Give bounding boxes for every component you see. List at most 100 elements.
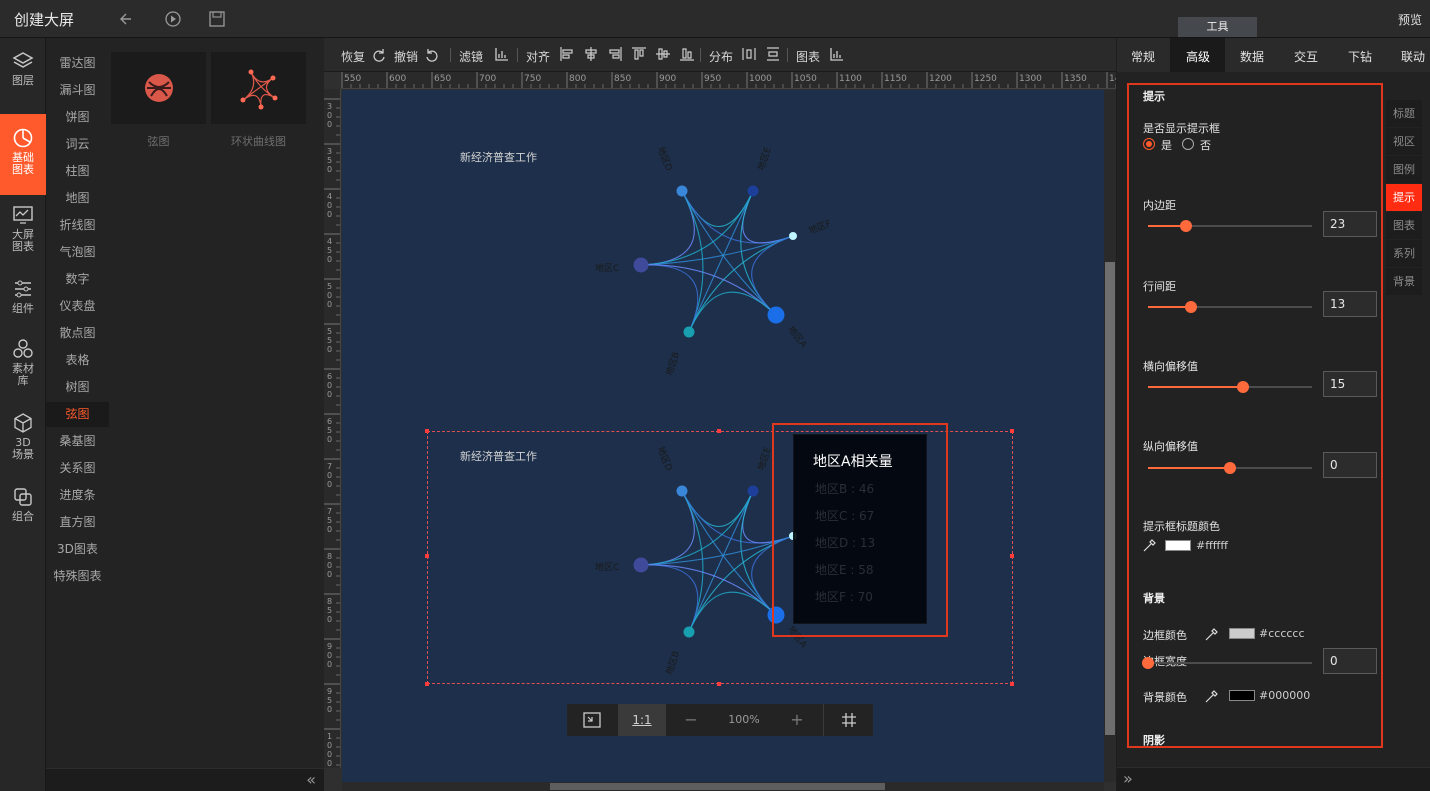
redo-button[interactable]: 恢复 (341, 48, 365, 65)
category-item[interactable]: 雷达图 (46, 51, 109, 76)
collapse-left-panel[interactable]: « (46, 768, 324, 791)
tab-linkage[interactable]: 联动 (1401, 48, 1425, 65)
ruler-label: 750 (524, 74, 541, 84)
resize-handle[interactable] (1010, 429, 1014, 433)
category-item[interactable]: 数字 (46, 267, 109, 292)
chord-thumbnail[interactable] (111, 52, 206, 124)
tab-drilldown[interactable]: 下钻 (1348, 48, 1372, 65)
category-item[interactable]: 饼图 (46, 105, 109, 130)
fit-screen-icon[interactable] (567, 704, 617, 736)
rail-components[interactable]: 组件 (0, 278, 46, 315)
resize-handle[interactable] (425, 429, 429, 433)
filter-chart-icon[interactable] (494, 46, 510, 65)
align-top-icon[interactable] (631, 46, 647, 65)
category-item[interactable]: 关系图 (46, 456, 109, 481)
preview-button[interactable]: 预览 (1398, 11, 1422, 28)
tab-data[interactable]: 数据 (1240, 48, 1264, 65)
ruler-label-char: 0 (327, 111, 332, 120)
category-item[interactable]: 直方图 (46, 510, 109, 535)
category-item-active[interactable]: 弦图 (46, 402, 109, 427)
side-tab-chart[interactable]: 图表 (1386, 212, 1422, 239)
tab-general[interactable]: 常规 (1131, 48, 1155, 65)
back-icon[interactable] (119, 10, 137, 28)
chart-icon[interactable] (829, 46, 845, 65)
rail-group[interactable]: 组合 (0, 486, 46, 523)
ruler-label-char: 0 (327, 570, 332, 579)
category-item[interactable]: 树图 (46, 375, 109, 400)
zoom-in-button[interactable]: + (773, 704, 821, 736)
undo-button[interactable]: 撤销 (394, 48, 418, 65)
resize-handle[interactable] (1010, 554, 1014, 558)
side-tab-legend[interactable]: 图例 (1386, 156, 1422, 183)
align-center-h-icon[interactable] (583, 46, 599, 65)
category-item[interactable]: 地图 (46, 186, 109, 211)
undo-icon[interactable] (424, 46, 440, 65)
rail-3d-scene[interactable]: 3D 场景 (0, 412, 46, 461)
category-item[interactable]: 桑基图 (46, 429, 109, 454)
ring-curve-thumbnail[interactable] (211, 52, 306, 124)
rail-dashboard-charts[interactable]: 大屏 图表 (0, 204, 46, 253)
redo-icon[interactable] (371, 46, 387, 65)
rail-basic-charts[interactable]: 基础 图表 (0, 114, 46, 195)
align-bottom-icon[interactable] (679, 46, 695, 65)
ruler-label: 1100 (839, 74, 862, 84)
category-item[interactable]: 表格 (46, 348, 109, 373)
resize-handle[interactable] (717, 429, 721, 433)
align-middle-v-icon[interactable] (655, 46, 671, 65)
chord-node[interactable] (683, 326, 695, 338)
ruler-label-char: 5 (327, 327, 332, 336)
ruler-label-char: 0 (327, 291, 332, 300)
resize-handle[interactable] (717, 682, 721, 686)
category-item[interactable]: 漏斗图 (46, 78, 109, 103)
resize-handle[interactable] (1010, 682, 1014, 686)
category-item[interactable]: 3D图表 (46, 537, 109, 562)
category-item[interactable]: 仪表盘 (46, 294, 109, 319)
zoom-one-to-one-button[interactable]: 1:1 (618, 704, 666, 736)
tools-tab[interactable]: 工具 (1178, 17, 1257, 37)
chord-node[interactable] (747, 185, 759, 197)
ruler-label-char: 0 (327, 435, 332, 444)
save-icon[interactable] (208, 10, 226, 28)
chord-node[interactable] (767, 306, 785, 324)
chord-link (688, 291, 777, 333)
zoom-out-button[interactable]: − (667, 704, 715, 736)
horizontal-scroll-thumb[interactable] (550, 783, 885, 790)
ruler-label-char: 5 (327, 282, 332, 291)
category-item[interactable]: 气泡图 (46, 240, 109, 265)
chord-node[interactable] (789, 232, 797, 240)
side-tab-title[interactable]: 标题 (1386, 100, 1422, 127)
category-item[interactable]: 特殊图表 (46, 564, 109, 589)
ruler-label: 1250 (974, 74, 997, 84)
vertical-scroll-thumb[interactable] (1105, 262, 1115, 735)
category-item[interactable]: 进度条 (46, 483, 109, 508)
side-tab-background[interactable]: 背景 (1386, 268, 1422, 295)
chart-button[interactable]: 图表 (796, 48, 820, 65)
rail-layers[interactable]: 图层 (0, 50, 46, 87)
category-item[interactable]: 词云 (46, 132, 109, 157)
tooltip-highlight-frame (772, 423, 948, 637)
resize-handle[interactable] (425, 682, 429, 686)
chord-node[interactable] (633, 257, 649, 273)
distribute-v-icon[interactable] (765, 46, 781, 65)
play-icon[interactable] (164, 10, 182, 28)
distribute-h-icon[interactable] (741, 46, 757, 65)
align-right-icon[interactable] (607, 46, 623, 65)
grid-icon[interactable] (823, 704, 873, 736)
category-item[interactable]: 折线图 (46, 213, 109, 238)
chord-node[interactable] (676, 185, 688, 197)
side-tab-viewport[interactable]: 视区 (1386, 128, 1422, 155)
tab-advanced[interactable]: 高级 (1186, 48, 1210, 65)
side-tab-tooltip[interactable]: 提示 (1386, 184, 1422, 211)
tab-interaction[interactable]: 交互 (1294, 48, 1318, 65)
rail-materials[interactable]: 素材 库 (0, 338, 46, 387)
chord-link (640, 264, 699, 333)
ruler-label-char: 0 (327, 759, 332, 768)
category-item[interactable]: 散点图 (46, 321, 109, 346)
side-tab-series[interactable]: 系列 (1386, 240, 1422, 267)
resize-handle[interactable] (425, 554, 429, 558)
collapse-right-panel[interactable]: » (1117, 767, 1430, 791)
filter-button[interactable]: 滤镜 (459, 48, 483, 65)
ruler-label-char: 5 (327, 156, 332, 165)
category-item[interactable]: 柱图 (46, 159, 109, 184)
align-left-icon[interactable] (559, 46, 575, 65)
